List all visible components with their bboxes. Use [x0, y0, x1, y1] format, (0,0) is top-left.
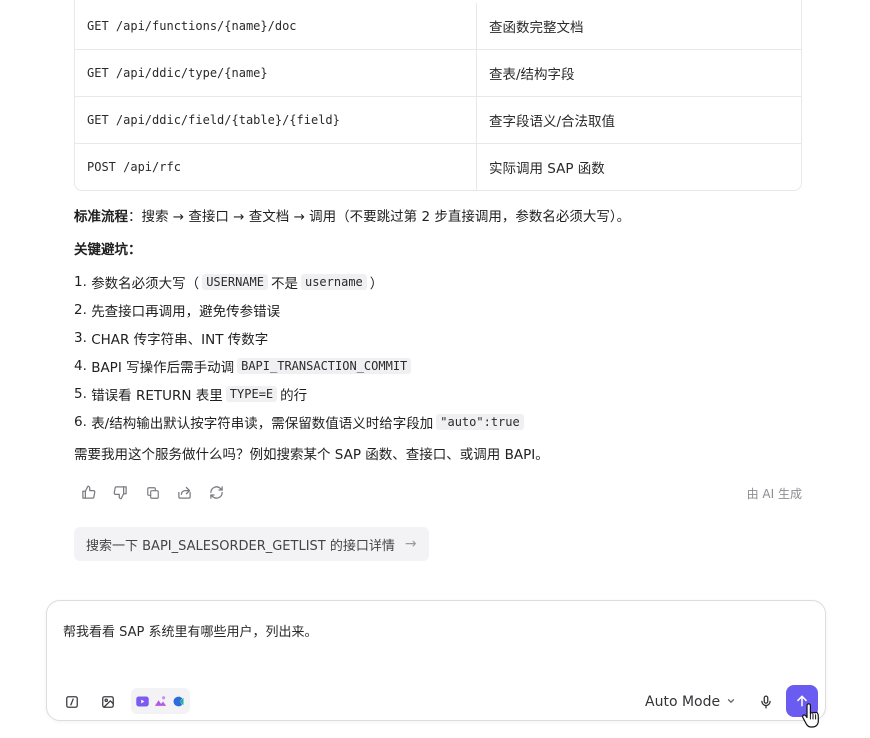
inline-code: USERNAME [202, 274, 268, 290]
endpoint-cell: GET /api/functions/{name}/doc [75, 3, 477, 49]
list-item: 1. 参数名必须大写（ USERNAME 不是 username） [74, 268, 527, 296]
ai-generated-label: 由 AI 生成 [746, 487, 802, 501]
description-cell: 查表/结构字段 [489, 67, 575, 83]
image-plugin-icon [153, 694, 168, 709]
mode-selector[interactable]: Auto Mode [645, 692, 736, 712]
message-composer[interactable]: 帮我看看 SAP 系统里有哪些用户，列出来。 Auto Mode [46, 600, 826, 721]
chevron-down-icon [726, 694, 736, 710]
inline-code: TYPE=E [225, 386, 278, 402]
list-text: 先查接口再调用，避免传参错误 [91, 304, 281, 320]
endpoint-cell: POST /api/rfc [75, 144, 477, 190]
list-text: 表/结构输出默认按字符串读，需保留数值语义时给字段加 [91, 416, 434, 432]
arrow-right-icon: → [404, 536, 417, 552]
list-text: 参数名必须大写（ [91, 276, 200, 292]
copy-icon[interactable] [144, 484, 161, 501]
description-cell: 实际调用 SAP 函数 [489, 161, 605, 177]
list-text: CHAR 传字符串、INT 传数字 [91, 332, 269, 348]
endpoint-cell: GET /api/ddic/type/{name} [75, 50, 477, 96]
inline-code: BAPI_TRANSACTION_COMMIT [237, 358, 412, 374]
list-item: 5. 错误看 RETURN 表里 TYPE=E 的行 [74, 380, 527, 408]
description-cell: 查函数完整文档 [489, 20, 584, 36]
description-cell: 查字段语义/合法取值 [489, 114, 616, 130]
list-text: 的行 [280, 388, 308, 404]
pitfalls-heading: 关键避坑： [74, 238, 142, 258]
list-text: 不是 [270, 276, 298, 292]
list-number: 1. [74, 274, 87, 290]
list-number: 3. [74, 330, 87, 346]
thumbs-up-icon[interactable] [80, 484, 97, 501]
list-number: 6. [74, 414, 87, 430]
api-table: GET /api/functions/{name}/doc 查函数完整文档 GE… [74, 0, 802, 191]
list-number: 2. [74, 302, 87, 318]
refresh-icon[interactable] [208, 484, 225, 501]
endpoint-cell: GET /api/ddic/field/{table}/{field} [75, 97, 477, 143]
plugin-selector[interactable] [131, 688, 190, 714]
list-number: 5. [74, 386, 87, 402]
agent-plugin-icon [171, 694, 186, 709]
list-item: 4. BAPI 写操作后需手动调 BAPI_TRANSACTION_COMMIT [74, 352, 527, 380]
inline-code: "auto":true [436, 414, 524, 430]
flow-paragraph: 标准流程：搜索 → 查接口 → 查文档 → 调用（不要跳过第 2 步直接调用，参… [74, 205, 630, 225]
pitfalls-heading-text: 关键避坑 [74, 242, 128, 258]
closing-text: 需要我用这个服务做什么吗？例如搜索某个 SAP 函数、查接口、或调用 BAPI。 [74, 447, 549, 463]
list-item: 3. CHAR 传字符串、INT 传数字 [74, 324, 527, 352]
list-text: BAPI 写操作后需手动调 [91, 360, 235, 376]
thumbs-down-icon[interactable] [112, 484, 129, 501]
composer-input[interactable]: 帮我看看 SAP 系统里有哪些用户，列出来。 [63, 621, 318, 640]
flow-label: 标准流程 [74, 209, 128, 225]
hand-pointer-cursor-icon [802, 703, 819, 728]
suggestion-text: 搜索一下 BAPI_SALESORDER_GETLIST 的接口详情 [86, 538, 395, 554]
pitfalls-heading-colon: ： [128, 242, 142, 258]
slash-command-icon[interactable] [64, 694, 80, 710]
list-item: 2. 先查接口再调用，避免传参错误 [74, 296, 527, 324]
list-text: 错误看 RETURN 表里 [91, 388, 223, 404]
inline-code: username [300, 274, 367, 290]
share-icon[interactable] [176, 484, 193, 501]
microphone-icon[interactable] [758, 693, 774, 711]
flow-text: 搜索 → 查接口 → 查文档 → 调用（不要跳过第 2 步直接调用，参数名必须大… [141, 209, 631, 225]
image-attach-icon[interactable] [100, 694, 116, 710]
suggestion-chip[interactable]: 搜索一下 BAPI_SALESORDER_GETLIST 的接口详情 → [74, 527, 429, 561]
pitfalls-list: 1. 参数名必须大写（ USERNAME 不是 username） 2. 先查接口再调… [74, 268, 527, 436]
list-item: 6. 表/结构输出默认按字符串读，需保留数值语义时给字段加 "auto":true [74, 408, 527, 436]
list-text: ） [369, 276, 384, 292]
table-row: GET /api/functions/{name}/doc 查函数完整文档 [75, 0, 801, 49]
mode-label: Auto Mode [645, 694, 721, 710]
table-row: GET /api/ddic/field/{table}/{field} 查字段语… [75, 96, 801, 143]
video-plugin-icon [135, 694, 150, 709]
list-number: 4. [74, 358, 87, 374]
table-row: POST /api/rfc 实际调用 SAP 函数 [75, 143, 801, 190]
table-row: GET /api/ddic/type/{name} 查表/结构字段 [75, 49, 801, 96]
message-actions [80, 484, 225, 501]
flow-colon: ： [128, 209, 142, 225]
